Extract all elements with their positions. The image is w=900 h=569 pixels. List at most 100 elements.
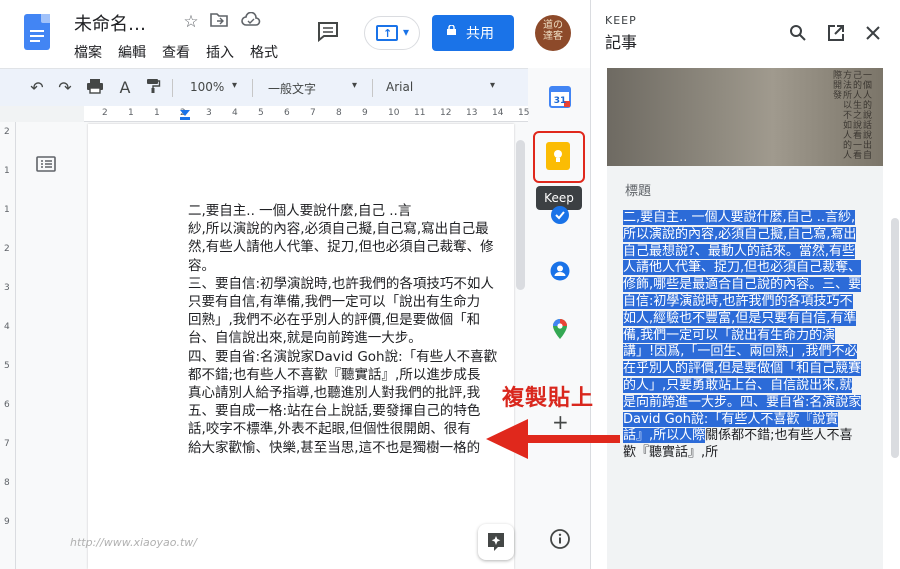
maps-icon[interactable] (549, 318, 571, 340)
cloud-status-icon[interactable] (240, 11, 262, 32)
ruler-tick-label: 7 (4, 439, 10, 449)
ruler-tick-label: 2 (4, 244, 10, 254)
note-image[interactable]: 一個人的說話說出自己的人生之說看一看方法所以不如人的人際開發 (607, 68, 883, 166)
search-icon[interactable] (789, 24, 807, 42)
present-button[interactable]: ↑ ▾ (364, 16, 420, 50)
share-button[interactable]: 共用 (432, 15, 514, 51)
ruler-tick-label: 1 (4, 205, 10, 215)
document-scrollbar[interactable] (516, 140, 525, 290)
document-line[interactable]: 回熟」,我們不必在乎別人的評價,但是要做個「和 (188, 311, 514, 329)
calendar-icon[interactable]: 31 (549, 86, 571, 108)
ruler-tick-label: 2 (102, 108, 108, 118)
keep-icon[interactable] (546, 142, 570, 170)
document-line[interactable]: 話,咬字不標準,外表不起眼,但個性很開朗、很有 (188, 420, 514, 438)
indent-marker-icon[interactable] (180, 110, 190, 120)
panel-scrollbar[interactable] (891, 218, 899, 458)
open-in-new-icon[interactable] (827, 24, 845, 42)
redo-icon[interactable]: ↷ (54, 78, 76, 97)
ruler-tick-label: 7 (310, 108, 316, 118)
ruler-tick-label: 6 (4, 400, 10, 410)
print-icon[interactable] (84, 78, 106, 98)
ruler-tick-label: 13 (466, 108, 478, 118)
horizontal-ruler[interactable]: 21123456789101112131415 (84, 106, 530, 122)
ruler-tick-label: 11 (414, 108, 426, 118)
ruler-tick-label: 9 (4, 517, 10, 527)
annotation-label: 複製貼上 (502, 386, 595, 411)
document-line[interactable]: 五、要自成一格:站在台上說話,要發揮自己的特色 (188, 402, 514, 420)
document-body[interactable]: 二,要自主.. 一個人要說什麼,自己 ..言 紗,所以演說的內容,必須自己擬,自己… (188, 202, 514, 457)
ruler-tick-label: 9 (362, 108, 368, 118)
ruler-tick-label: 2 (4, 127, 10, 137)
zoom-select[interactable]: 100% (190, 80, 224, 94)
docs-header: 未命名… ☆ 檔案 編輯 查看 插入 格式 ↑ ▾ 共用 道の 達客 (0, 0, 590, 68)
document-title[interactable]: 未命名… (74, 10, 146, 36)
explore-icon (488, 533, 504, 551)
document-line[interactable]: 然,有些人請他人代筆、捉刀,但也必須自己裁奪、修 (188, 238, 514, 256)
ruler-tick-label: 3 (206, 108, 212, 118)
style-select[interactable]: 一般文字 (268, 80, 316, 97)
ruler-tick-label: 4 (4, 322, 10, 332)
note-body[interactable]: 二,要自主.. 一個人要說什麼,自己 ..言紗,所以演說的內容,必須自己擬,自己… (623, 210, 865, 462)
font-select[interactable]: Arial (386, 80, 413, 94)
chevron-down-icon: ▾ (352, 80, 358, 91)
explore-button[interactable] (478, 524, 514, 560)
chevron-down-icon: ▾ (403, 25, 410, 39)
document-line[interactable]: 台、自信說出來,就是向前跨進一大步。 (188, 329, 514, 347)
close-icon[interactable] (865, 25, 881, 41)
ruler-tick-label: 15 (518, 108, 530, 118)
annotation-arrow-icon (486, 419, 620, 459)
ruler-tick-label: 8 (4, 478, 10, 488)
ruler-tick-label: 1 (128, 108, 134, 118)
document-line[interactable]: 只要有自信,有準備,我們一定可以「說出有生命力 (188, 293, 514, 311)
ruler-tick-label: 14 (492, 108, 504, 118)
paint-format-icon[interactable] (142, 78, 164, 98)
document-line[interactable]: 給大家歡愉、快樂,甚至当思,這不也是獨樹一格的 (188, 439, 514, 457)
ruler-tick-label: 1 (4, 166, 10, 176)
panel-kicker: KEEP (605, 14, 637, 27)
watermark: http://www.xiaoyao.tw/ (70, 536, 198, 549)
chevron-down-icon: ▾ (490, 80, 496, 91)
menu-bar: 檔案 編輯 查看 插入 格式 (74, 42, 278, 62)
docs-logo-icon[interactable] (24, 14, 50, 50)
app-window: 未命名… ☆ 檔案 編輯 查看 插入 格式 ↑ ▾ 共用 道の 達客 ↶ ↷ A… (0, 0, 900, 569)
ruler-tick-label: 6 (284, 108, 290, 118)
document-line[interactable]: 四、要自省:名演說家David Goh說:「有些人不喜歡 (188, 348, 514, 366)
contacts-icon[interactable] (549, 260, 571, 282)
ruler-tick-label: 5 (4, 361, 10, 371)
note-title-field[interactable]: 標題 (625, 180, 651, 199)
menu-view[interactable]: 查看 (162, 42, 190, 62)
vertical-ruler[interactable]: 2 1 1 2 3 4 5 6 7 8 9 (0, 122, 16, 569)
ruler-tick-label: 12 (440, 108, 452, 118)
menu-insert[interactable]: 插入 (206, 42, 234, 62)
document-line[interactable]: 都不錯;也有些人不喜歡『聽實話』,所以進步成長 (188, 366, 514, 384)
menu-file[interactable]: 檔案 (74, 42, 102, 62)
tasks-icon[interactable] (549, 204, 571, 226)
keep-side-panel: KEEP 記事 一個人的說話說出自己的人生之說看一看方法所以不如人的人際開發 標… (590, 0, 900, 569)
selected-text: 二,要自主.. 一個人要說什麼,自己 ..言紗,所以演說的內容,必須自己擬,自己… (623, 210, 862, 444)
info-icon[interactable] (549, 528, 571, 550)
document-line[interactable]: 紗,所以演說的內容,必須自己擬,自己寫,寫出自己最 (188, 220, 514, 238)
star-icon[interactable]: ☆ (180, 12, 202, 32)
spellcheck-icon[interactable]: A (114, 78, 136, 97)
document-line[interactable]: 真心請別人給予指導,也聽進別人對我們的批評,我 (188, 384, 514, 402)
ruler-tick-label: 8 (336, 108, 342, 118)
document-outline-icon[interactable] (36, 156, 56, 172)
ruler-tick-label: 10 (388, 108, 400, 118)
document-page[interactable]: 二,要自主.. 一個人要說什麼,自己 ..言 紗,所以演說的內容,必須自己擬,自己… (88, 124, 514, 569)
comment-history-icon[interactable] (316, 20, 342, 43)
svg-text:31: 31 (554, 96, 567, 106)
ruler-tick-label: 1 (154, 108, 160, 118)
document-line[interactable]: 容。 (188, 257, 514, 275)
lock-icon (447, 25, 456, 35)
chevron-down-icon: ▾ (232, 80, 238, 91)
undo-icon[interactable]: ↶ (26, 78, 48, 97)
document-line[interactable]: 二,要自主.. 一個人要說什麼,自己 ..言 (188, 202, 514, 220)
move-folder-icon[interactable] (208, 12, 230, 32)
menu-format[interactable]: 格式 (250, 42, 278, 62)
menu-edit[interactable]: 編輯 (118, 42, 146, 62)
ruler-tick-label: 3 (4, 283, 10, 293)
formatting-toolbar: ↶ ↷ A 100% ▾ 一般文字 ▾ Arial ▾ (0, 68, 528, 106)
avatar[interactable]: 道の 達客 (535, 15, 571, 51)
panel-title: 記事 (605, 33, 638, 52)
document-line[interactable]: 三、要自信:初學演說時,也許我們的各項技巧不如人 (188, 275, 514, 293)
